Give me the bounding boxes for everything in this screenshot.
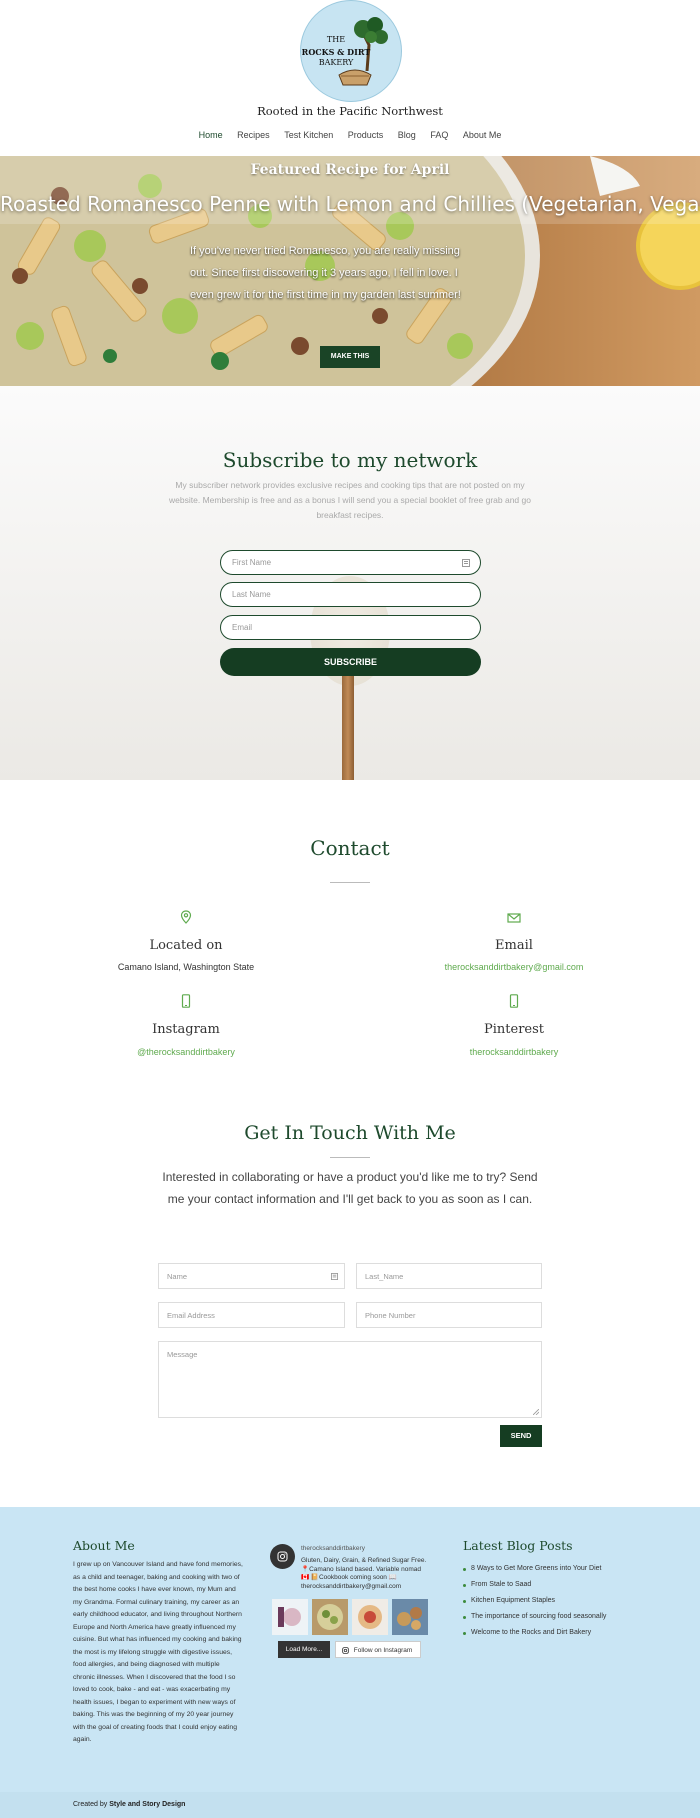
contact-name-placeholder: Name <box>167 1272 188 1281</box>
nav-test-kitchen[interactable]: Test Kitchen <box>284 130 333 140</box>
nav-blog[interactable]: Blog <box>398 130 416 140</box>
subscribe-section: Subscribe to my network My subscriber ne… <box>0 386 700 780</box>
instagram-bio: Gluten, Dairy, Grain, & Refined Sugar Fr… <box>301 1557 427 1590</box>
instagram-username[interactable]: therocksanddirtbakery <box>301 1545 365 1552</box>
contact-last-name-placeholder: Last_Name <box>365 1272 404 1281</box>
last-name-placeholder: Last Name <box>232 590 271 599</box>
instagram-title: Instagram <box>152 1022 220 1037</box>
about-me-heading: About Me <box>73 1538 135 1553</box>
instagram-post-thumbnail[interactable] <box>312 1599 348 1635</box>
contact-phone-input[interactable]: Phone Number <box>356 1302 542 1328</box>
nav-about-me[interactable]: About Me <box>463 130 502 140</box>
get-in-touch-title: Get In Touch With Me <box>244 1122 456 1144</box>
instagram-load-more-button[interactable]: Load More... <box>278 1641 330 1658</box>
site-tagline: Rooted in the Pacific Northwest <box>257 104 443 118</box>
phone-icon <box>509 994 519 1008</box>
instagram-post-thumbnail[interactable] <box>392 1599 428 1635</box>
footer-bottom-bar: Created by Style and Story Design <box>0 1792 700 1818</box>
site-footer: About Me I grew up on Vancouver Island a… <box>0 1507 700 1792</box>
site-logo[interactable]: THE ROCKS & DIRT BAKERY <box>300 0 402 102</box>
instagram-post-thumbnail[interactable] <box>352 1599 388 1635</box>
featured-recipe-hero: Featured Recipe for April Roasted Romane… <box>0 156 700 386</box>
nav-home[interactable]: Home <box>199 130 223 140</box>
site-credit: Created by Style and Story Design <box>73 1801 185 1808</box>
first-name-input[interactable]: First Name <box>220 550 481 575</box>
about-me-text: I grew up on Vancouver Island and have f… <box>73 1561 243 1743</box>
make-this-button[interactable]: MAKE THIS <box>320 346 380 368</box>
contact-divider <box>330 882 370 883</box>
blog-post-link[interactable]: Kitchen Equipment Staples <box>463 1593 663 1609</box>
get-in-touch-description: Interested in collaborating or have a pr… <box>162 1170 538 1206</box>
email-placeholder: Email <box>232 623 253 632</box>
latest-blog-posts-heading: Latest Blog Posts <box>463 1538 573 1553</box>
nav-products[interactable]: Products <box>348 130 384 140</box>
get-in-touch-divider <box>330 1157 370 1158</box>
pie-icon <box>338 69 372 86</box>
first-name-placeholder: First Name <box>232 558 272 567</box>
location-value: Camano Island, Washington State <box>117 962 255 972</box>
main-nav: Home Recipes Test Kitchen Products Blog … <box>0 130 700 140</box>
instagram-post-thumbnail[interactable] <box>272 1599 308 1635</box>
blog-post-link[interactable]: Welcome to the Rocks and Dirt Bakery <box>463 1625 663 1641</box>
subscribe-description: My subscriber network provides exclusive… <box>169 480 531 520</box>
blog-post-link[interactable]: From Stale to Saad <box>463 1577 663 1593</box>
contact-email-input[interactable]: Email Address <box>158 1302 345 1328</box>
contact-name-input[interactable]: Name <box>158 1263 345 1289</box>
credit-link[interactable]: Style and Story Design <box>109 1801 185 1808</box>
envelope-icon <box>507 913 521 923</box>
send-button[interactable]: SEND <box>500 1425 542 1447</box>
blog-post-link[interactable]: The importance of sourcing food seasonal… <box>463 1609 663 1625</box>
credit-prefix: Created by <box>73 1801 108 1808</box>
hero-recipe-title[interactable]: Roasted Romanesco Penne with Lemon and C… <box>0 192 700 216</box>
contact-phone-placeholder: Phone Number <box>365 1311 416 1320</box>
instagram-icon <box>277 1551 288 1562</box>
hero-recipe-excerpt: If you've never tried Romanesco, you are… <box>190 245 461 301</box>
location-title: Located on <box>149 938 223 953</box>
spoon-handle-image <box>342 676 354 780</box>
instagram-link[interactable]: @therocksanddirtbakery <box>66 1047 306 1057</box>
instagram-icon <box>342 1647 349 1654</box>
subscribe-title: Subscribe to my network <box>222 448 478 472</box>
blog-post-list: 8 Ways to Get More Greens into Your Diet… <box>463 1561 663 1641</box>
contact-last-name-input[interactable]: Last_Name <box>356 1263 542 1289</box>
nav-faq[interactable]: FAQ <box>430 130 448 140</box>
autofill-card-icon <box>331 1273 338 1280</box>
contact-title: Contact <box>310 836 390 860</box>
instagram-follow-label: Follow on Instagram <box>353 1647 413 1654</box>
email-title: Email <box>495 938 533 953</box>
phone-icon <box>181 994 191 1008</box>
nav-recipes[interactable]: Recipes <box>237 130 270 140</box>
pinterest-title: Pinterest <box>484 1022 544 1037</box>
contact-message-textarea[interactable]: Message <box>158 1341 542 1418</box>
last-name-input[interactable]: Last Name <box>220 582 481 607</box>
hero-kicker: Featured Recipe for April <box>250 162 450 178</box>
instagram-avatar[interactable] <box>270 1544 295 1569</box>
pinterest-link[interactable]: therocksanddirtbakery <box>394 1047 634 1057</box>
email-input[interactable]: Email <box>220 615 481 640</box>
autofill-card-icon <box>462 559 470 567</box>
email-link[interactable]: therocksanddirtbakery@gmail.com <box>394 962 634 972</box>
contact-message-placeholder: Message <box>167 1350 198 1359</box>
contact-email-placeholder: Email Address <box>167 1311 215 1320</box>
logo-text-brand: ROCKS & DIRT <box>301 47 371 57</box>
map-pin-icon <box>180 910 192 924</box>
logo-text-the: THE <box>326 35 346 44</box>
site-header: THE ROCKS & DIRT BAKERY Rooted in the Pa… <box>0 0 700 156</box>
instagram-follow-button[interactable]: Follow on Instagram <box>335 1641 421 1658</box>
subscribe-button[interactable]: SUBSCRIBE <box>220 648 481 676</box>
resize-handle-icon[interactable] <box>533 1409 539 1415</box>
blog-post-link[interactable]: 8 Ways to Get More Greens into Your Diet <box>463 1561 663 1577</box>
